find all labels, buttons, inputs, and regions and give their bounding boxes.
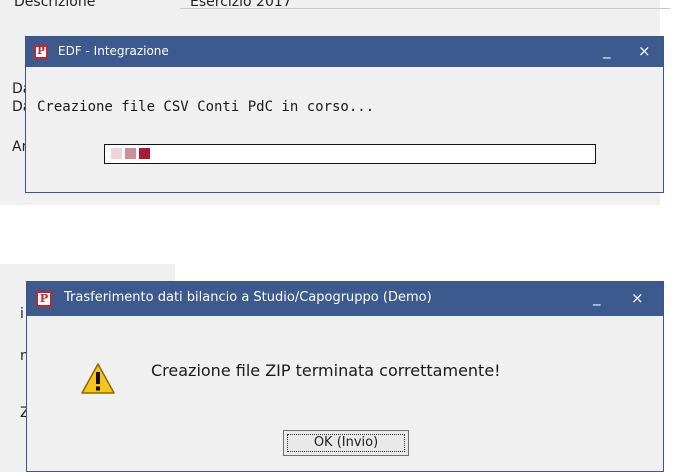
ok-button[interactable]: OK (Invio) xyxy=(283,430,409,456)
completion-dialog-title: Trasferimento dati bilancio a Studio/Cap… xyxy=(64,290,432,305)
progress-segment xyxy=(125,148,136,159)
close-button[interactable]: × xyxy=(631,291,644,306)
completion-dialog: P Trasferimento dati bilancio a Studio/C… xyxy=(26,281,664,472)
progress-dialog-titlebar[interactable]: P EDF - Integrazione _ × xyxy=(26,37,663,67)
minimize-button[interactable]: _ xyxy=(593,290,601,305)
close-button[interactable]: × xyxy=(638,44,651,59)
app-logo-icon: P xyxy=(34,45,48,59)
minimize-button[interactable]: _ xyxy=(603,43,611,58)
warning-icon xyxy=(81,363,115,394)
background-fragment: i xyxy=(20,306,24,322)
progress-bar xyxy=(104,144,596,164)
progress-dialog: P EDF - Integrazione _ × Creazione file … xyxy=(25,36,664,193)
completion-message: Creazione file ZIP terminata correttamen… xyxy=(151,361,501,380)
descrizione-label: Descrizione xyxy=(14,0,96,10)
progress-message: Creazione file CSV Conti PdC in corso... xyxy=(37,99,375,115)
progress-dialog-title: EDF - Integrazione xyxy=(58,44,169,58)
descrizione-divider xyxy=(180,8,670,9)
ok-button-label: OK (Invio) xyxy=(313,435,379,450)
app-logo-icon: P xyxy=(36,291,52,307)
completion-dialog-titlebar[interactable]: P Trasferimento dati bilancio a Studio/C… xyxy=(27,282,663,316)
progress-segment xyxy=(139,148,150,159)
progress-segment xyxy=(111,148,122,159)
